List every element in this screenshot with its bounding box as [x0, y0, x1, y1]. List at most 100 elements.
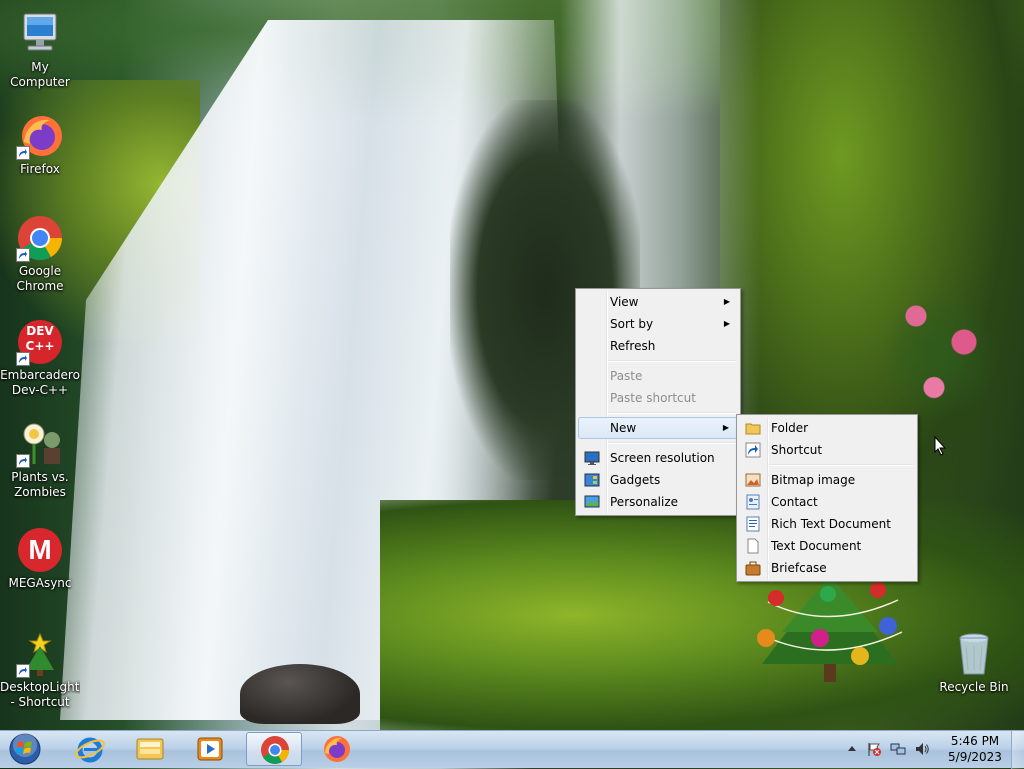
- chrome-icon: [259, 734, 291, 766]
- submenu-arrow-icon: ▶: [722, 423, 729, 432]
- taskbar-media-player[interactable]: [182, 732, 238, 766]
- menu-item-personalize[interactable]: Personalize: [578, 491, 738, 513]
- shortcut-arrow-icon: [16, 352, 30, 366]
- wallpaper-stone: [240, 664, 360, 724]
- menu-item-refresh[interactable]: Refresh: [578, 335, 738, 357]
- personalize-icon: [584, 494, 600, 510]
- wallpaper-flowers: [880, 290, 1000, 420]
- folder-icon: [745, 420, 761, 436]
- contact-icon: [745, 494, 761, 510]
- menu-item-label: Bitmap image: [771, 473, 856, 487]
- submenu-arrow-icon: ▶: [723, 297, 730, 306]
- menu-separator: [608, 442, 736, 444]
- desktop-icon-google-chrome[interactable]: Google Chrome: [0, 214, 80, 294]
- desktop-icon-dev-cpp[interactable]: DEV C++ Embarcadero Dev-C++: [0, 318, 80, 398]
- new-item-rich-text-document[interactable]: Rich Text Document: [739, 513, 915, 535]
- bitmap-image-icon: [745, 472, 761, 488]
- shortcut-arrow-icon: [16, 248, 30, 262]
- menu-item-label: Contact: [771, 495, 818, 509]
- shortcut-arrow-icon: [16, 146, 30, 160]
- menu-item-screen-resolution[interactable]: Screen resolution: [578, 447, 738, 469]
- lighting-tree-icon: [16, 630, 64, 678]
- show-hidden-icons-chevron[interactable]: [844, 741, 860, 757]
- desktop-icon-firefox[interactable]: Firefox: [0, 112, 80, 177]
- file-explorer-icon: [134, 733, 166, 765]
- shortcut-icon: [745, 442, 761, 458]
- taskbar-firefox[interactable]: [308, 732, 364, 766]
- menu-separator: [769, 464, 913, 466]
- internet-explorer-icon: [74, 733, 106, 765]
- desktop-icon-label: DesktopLightingTree - Shortcut: [0, 680, 80, 709]
- clock-date: 5/9/2023: [948, 750, 1002, 764]
- new-item-bitmap-image[interactable]: Bitmap image: [739, 469, 915, 491]
- menu-item-sort-by[interactable]: Sort by ▶: [578, 313, 738, 335]
- menu-item-label: Gadgets: [610, 473, 661, 487]
- menu-item-label: Shortcut: [771, 443, 823, 457]
- briefcase-icon: [745, 560, 761, 576]
- menu-item-label: New: [610, 421, 637, 435]
- desktop-icon-label: Google Chrome: [16, 264, 64, 293]
- taskbar-file-explorer[interactable]: [122, 732, 178, 766]
- desktop-icon-label: My Computer: [10, 60, 70, 89]
- menu-item-label: Rich Text Document: [771, 517, 891, 531]
- volume-icon[interactable]: [914, 741, 930, 757]
- taskbar-internet-explorer[interactable]: [62, 732, 118, 766]
- desktop-icon-label: MEGAsync: [8, 576, 72, 590]
- menu-item-label: Screen resolution: [610, 451, 715, 465]
- menu-item-label: Paste shortcut: [610, 391, 696, 405]
- new-item-contact[interactable]: Contact: [739, 491, 915, 513]
- devcpp-icon: DEV C++: [16, 318, 64, 366]
- shortcut-arrow-icon: [16, 664, 30, 678]
- firefox-icon: [16, 112, 64, 160]
- megasync-icon: M: [16, 526, 64, 574]
- chrome-icon: [16, 214, 64, 262]
- menu-item-label: Folder: [771, 421, 809, 435]
- menu-separator: [608, 412, 736, 414]
- plants-vs-zombies-icon: [16, 420, 64, 468]
- lighting-tree-gadget[interactable]: [748, 572, 912, 688]
- desktop-icon-plants-vs-zombies[interactable]: Plants vs. Zombies: [0, 420, 80, 500]
- wallpaper-moss-bottom: [380, 500, 1024, 730]
- desktop-icon-label: Firefox: [20, 162, 60, 176]
- menu-separator: [608, 360, 736, 362]
- action-center-flag-icon[interactable]: [866, 741, 882, 757]
- menu-item-label: Text Document: [771, 539, 862, 553]
- new-item-text-document[interactable]: Text Document: [739, 535, 915, 557]
- menu-item-label: Personalize: [610, 495, 679, 509]
- new-item-shortcut[interactable]: Shortcut: [739, 439, 915, 461]
- menu-item-gadgets[interactable]: Gadgets: [578, 469, 738, 491]
- network-icon[interactable]: [890, 741, 906, 757]
- desktop-icon-my-computer[interactable]: My Computer: [0, 10, 80, 90]
- start-orb-icon[interactable]: [6, 732, 44, 766]
- desktop-icon-recycle-bin[interactable]: Recycle Bin: [934, 630, 1014, 695]
- new-item-briefcase[interactable]: Briefcase: [739, 557, 915, 579]
- show-desktop-button[interactable]: [1011, 731, 1024, 769]
- menu-item-label: Briefcase: [771, 561, 827, 575]
- new-submenu: Folder Shortcut Bitmap image Contact Ric…: [736, 414, 918, 582]
- firefox-icon: [320, 733, 352, 765]
- media-player-icon: [194, 733, 226, 765]
- computer-icon: [16, 10, 64, 58]
- mouse-cursor-icon: [934, 435, 947, 456]
- menu-item-label: View: [610, 295, 639, 309]
- desktop-icon-label: Embarcadero Dev-C++: [0, 368, 80, 397]
- desktop-icon-label: Recycle Bin: [939, 680, 1009, 694]
- text-document-icon: [745, 538, 761, 554]
- desktop-icon-megasync[interactable]: M MEGAsync: [0, 526, 80, 591]
- gadgets-icon: [584, 472, 600, 488]
- screen-resolution-icon: [584, 450, 600, 466]
- desktop-icon-lighting-tree[interactable]: DesktopLightingTree - Shortcut: [0, 630, 80, 724]
- taskbar-clock[interactable]: 5:46 PM 5/9/2023: [932, 733, 1018, 765]
- menu-item-new[interactable]: New ▶: [578, 417, 738, 439]
- devcpp-icon-text: DEV C++: [25, 324, 55, 353]
- menu-item-view[interactable]: View ▶: [578, 291, 738, 313]
- new-item-folder[interactable]: Folder: [739, 417, 915, 439]
- clock-time: 5:46 PM: [950, 734, 1000, 748]
- shortcut-arrow-icon: [16, 454, 30, 468]
- menu-item-paste: Paste: [578, 365, 738, 387]
- menu-item-paste-shortcut: Paste shortcut: [578, 387, 738, 409]
- menu-item-label: Refresh: [610, 339, 656, 353]
- taskbar-google-chrome[interactable]: [246, 732, 302, 766]
- recycle-bin-icon: [950, 630, 998, 678]
- desktop-context-menu: View ▶ Sort by ▶ Refresh Paste Paste sho…: [575, 288, 741, 516]
